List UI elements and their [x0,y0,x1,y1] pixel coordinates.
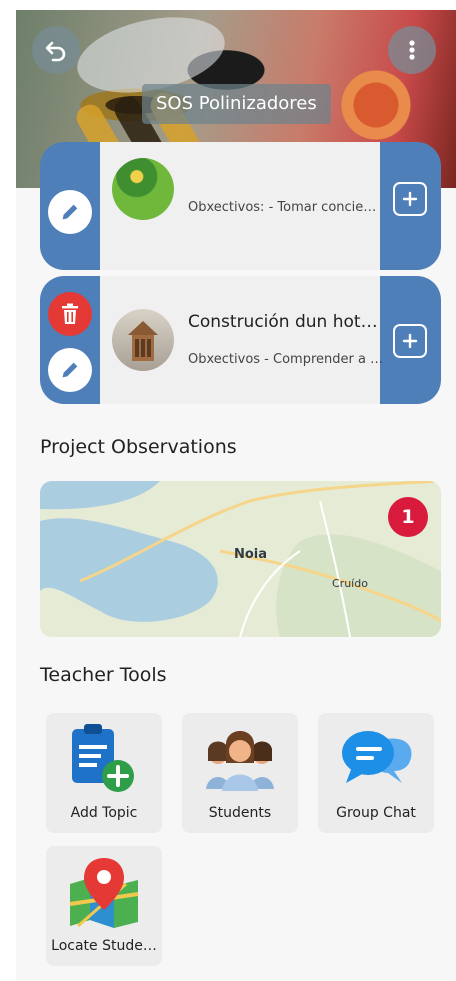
observation-count-badge[interactable]: 1 [388,497,428,537]
topic-subtitle: Obxectivos: - Tomar concie… [188,200,377,215]
locate-students-tool[interactable]: Locate Stude… [46,846,162,966]
tool-label: Locate Stude… [51,938,157,954]
observations-heading: Project Observations [40,436,237,458]
topic-title: Construción dun hot… [188,312,378,332]
delete-topic-button[interactable] [48,292,92,336]
map-label-cruido: Cruído [332,577,368,590]
tool-label: Students [208,805,272,821]
map-location-icon [69,858,139,928]
plus-icon [402,191,418,207]
plus-icon [402,333,418,349]
insect-hotel-image [128,321,158,361]
group-chat-icon [342,731,412,783]
observations-map[interactable]: Noia Cruído [40,481,441,637]
topic-subtitle: Obxectivos - Comprender a … [188,352,384,367]
add-to-topic-button[interactable] [393,324,427,358]
edit-topic-button[interactable] [48,190,92,234]
topic-card[interactable]: Construción dun hot… Obxectivos - Compre… [40,276,441,404]
header-overlay [16,10,456,174]
group-chat-tool[interactable]: Group Chat [318,713,434,833]
add-topic-tool[interactable]: Add Topic [46,713,162,833]
map-label-noia: Noia [234,547,268,562]
edit-topic-button[interactable] [48,348,92,392]
students-tool[interactable]: Students [182,713,298,833]
add-topic-icon [72,724,134,792]
app-screen: SOS Polinizadores Obxectivos: - Tomar co… [16,10,456,981]
tool-label: Add Topic [70,805,138,821]
tool-label: Group Chat [336,805,416,821]
trash-icon [62,303,78,324]
teacher-tools-heading: Teacher Tools [40,664,167,686]
pencil-icon [62,204,78,220]
add-to-topic-button[interactable] [393,182,427,216]
pencil-icon [62,362,78,378]
topic-thumbnail [112,309,174,371]
students-icon [206,731,274,791]
